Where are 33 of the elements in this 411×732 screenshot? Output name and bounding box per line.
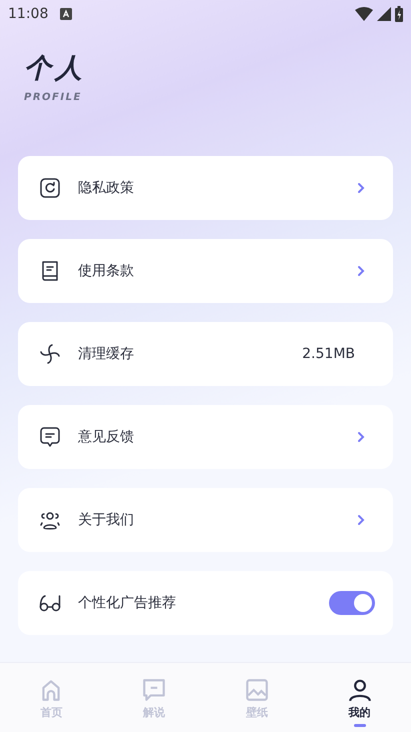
- setting-label: 关于我们: [78, 511, 135, 529]
- toggle-switch[interactable]: [329, 591, 375, 615]
- keyboard-icon: [60, 8, 72, 20]
- tab-indicator: [354, 724, 366, 727]
- setting-row[interactable]: 意见反馈: [18, 405, 393, 469]
- chat-icon: [38, 425, 62, 449]
- message-icon: [141, 677, 168, 703]
- chevron-right-icon: [357, 431, 365, 443]
- camera-icon: [38, 176, 62, 200]
- setting-row[interactable]: 隐私政策: [18, 156, 393, 220]
- chevron-right-icon: [357, 265, 365, 277]
- setting-row[interactable]: 关于我们: [18, 488, 393, 552]
- image-icon: [244, 677, 270, 703]
- page-subtitle: PROFILE: [24, 92, 82, 103]
- page-title: 个人: [24, 52, 86, 86]
- wifi-icon: [355, 7, 373, 21]
- setting-label: 使用条款: [78, 262, 135, 280]
- battery-icon: [395, 6, 403, 22]
- setting-row[interactable]: 清理缓存 2.51MB: [18, 322, 393, 386]
- nav-tab[interactable]: 我的: [308, 663, 411, 732]
- signal-icon: [377, 7, 391, 21]
- setting-label: 意见反馈: [78, 428, 135, 446]
- setting-label: 隐私政策: [78, 179, 135, 197]
- setting-label: 个性化广告推荐: [78, 594, 177, 612]
- chevron-right-icon: [357, 182, 365, 194]
- person-icon: [346, 677, 373, 703]
- pinwheel-icon: [38, 342, 62, 366]
- setting-label: 清理缓存: [78, 345, 135, 363]
- setting-row[interactable]: 个性化广告推荐: [18, 571, 393, 635]
- status-time: 11:08: [8, 6, 48, 22]
- setting-row[interactable]: 使用条款: [18, 239, 393, 303]
- chevron-right-icon: [357, 514, 365, 526]
- cache-size: 2.51MB: [302, 346, 355, 362]
